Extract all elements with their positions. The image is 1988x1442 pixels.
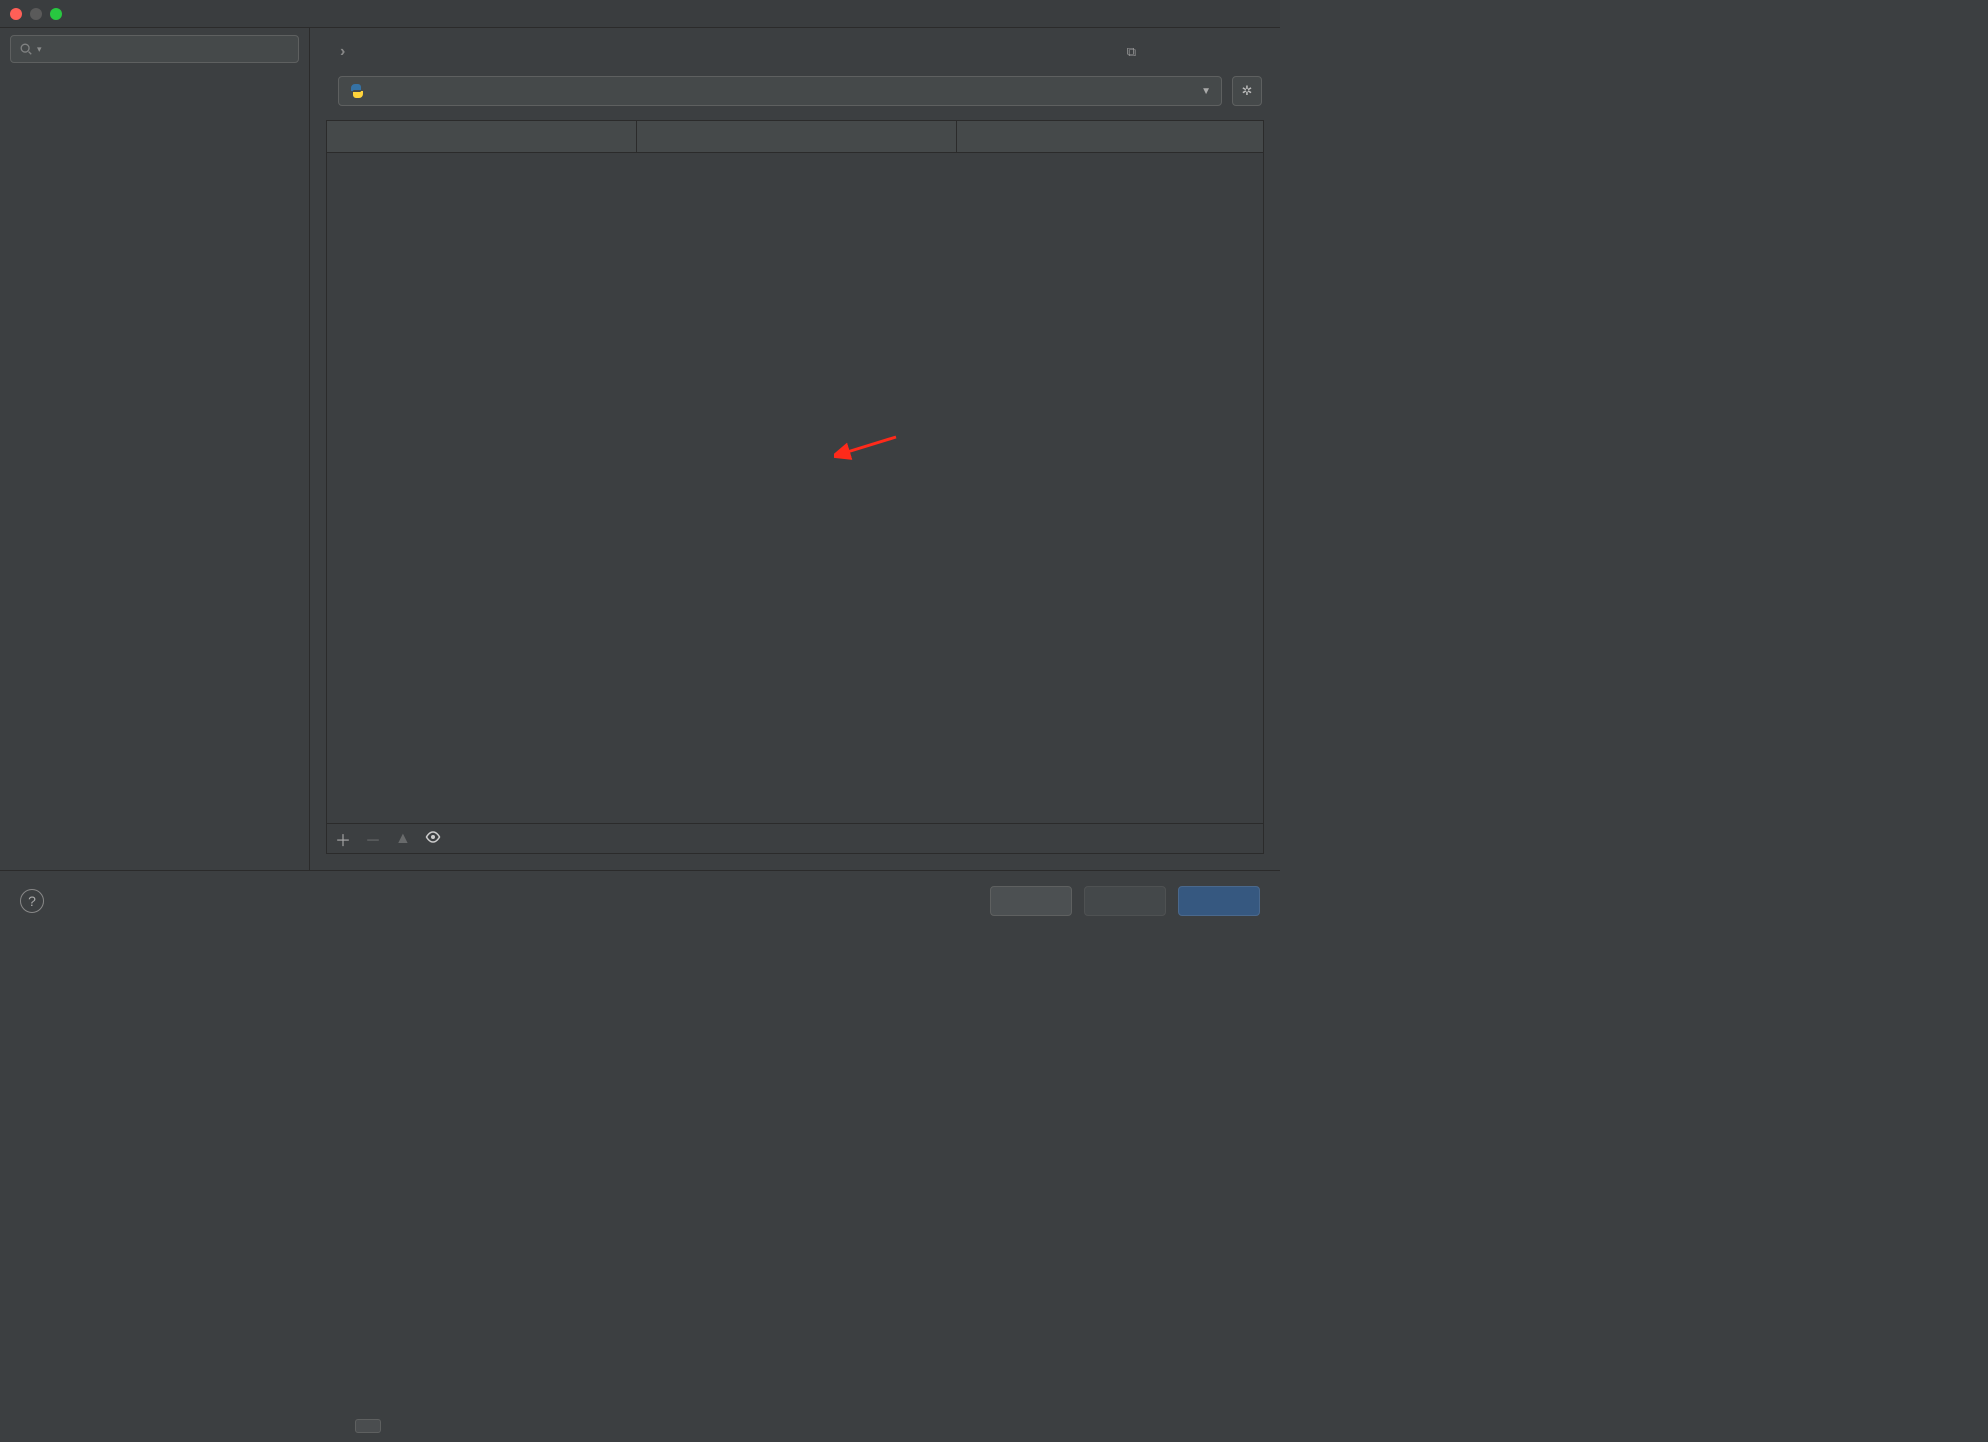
close-window[interactable] xyxy=(10,8,22,20)
breadcrumb: › xyxy=(328,43,357,61)
col-package[interactable] xyxy=(327,121,637,152)
minimize-window[interactable] xyxy=(30,8,42,20)
apply-button[interactable] xyxy=(1084,886,1166,916)
install-tooltip xyxy=(355,1419,381,1433)
search-input[interactable]: ▾ xyxy=(10,35,299,63)
table-header xyxy=(327,121,1263,153)
col-latest[interactable] xyxy=(957,121,1263,152)
settings-tree xyxy=(0,70,309,870)
chevron-down-icon: ▾ xyxy=(37,44,42,55)
table-toolbar: ＋ － ▲ xyxy=(327,823,1263,853)
copy-icon: ⧉ xyxy=(1127,44,1136,60)
col-version[interactable] xyxy=(637,121,957,152)
for-current-project-label: ⧉ xyxy=(1127,44,1142,60)
python-icon xyxy=(349,83,365,99)
dialog-footer: ? xyxy=(0,870,1280,930)
add-package-button[interactable]: ＋ xyxy=(335,827,351,851)
table-body xyxy=(327,153,1263,823)
interpreter-settings-button[interactable]: ✲ xyxy=(1232,76,1262,106)
sidebar: ▾ xyxy=(0,28,310,870)
show-early-releases-button[interactable] xyxy=(425,830,441,848)
interpreter-select[interactable]: ▼ xyxy=(338,76,1222,106)
titlebar xyxy=(0,0,1280,28)
eye-icon xyxy=(425,831,441,843)
window-controls xyxy=(10,8,62,20)
upgrade-package-button[interactable]: ▲ xyxy=(395,830,411,848)
gear-icon: ✲ xyxy=(1242,83,1253,99)
chevron-right-icon: › xyxy=(340,43,345,61)
ok-button[interactable] xyxy=(1178,886,1260,916)
search-icon xyxy=(19,42,33,56)
packages-table: ＋ － ▲ xyxy=(326,120,1264,854)
main-panel: › ⧉ ▼ ✲ xyxy=(310,28,1280,870)
help-button[interactable]: ? xyxy=(20,889,44,913)
cancel-button[interactable] xyxy=(990,886,1072,916)
remove-package-button[interactable]: － xyxy=(365,827,381,851)
chevron-down-icon: ▼ xyxy=(1201,86,1211,97)
zoom-window[interactable] xyxy=(50,8,62,20)
